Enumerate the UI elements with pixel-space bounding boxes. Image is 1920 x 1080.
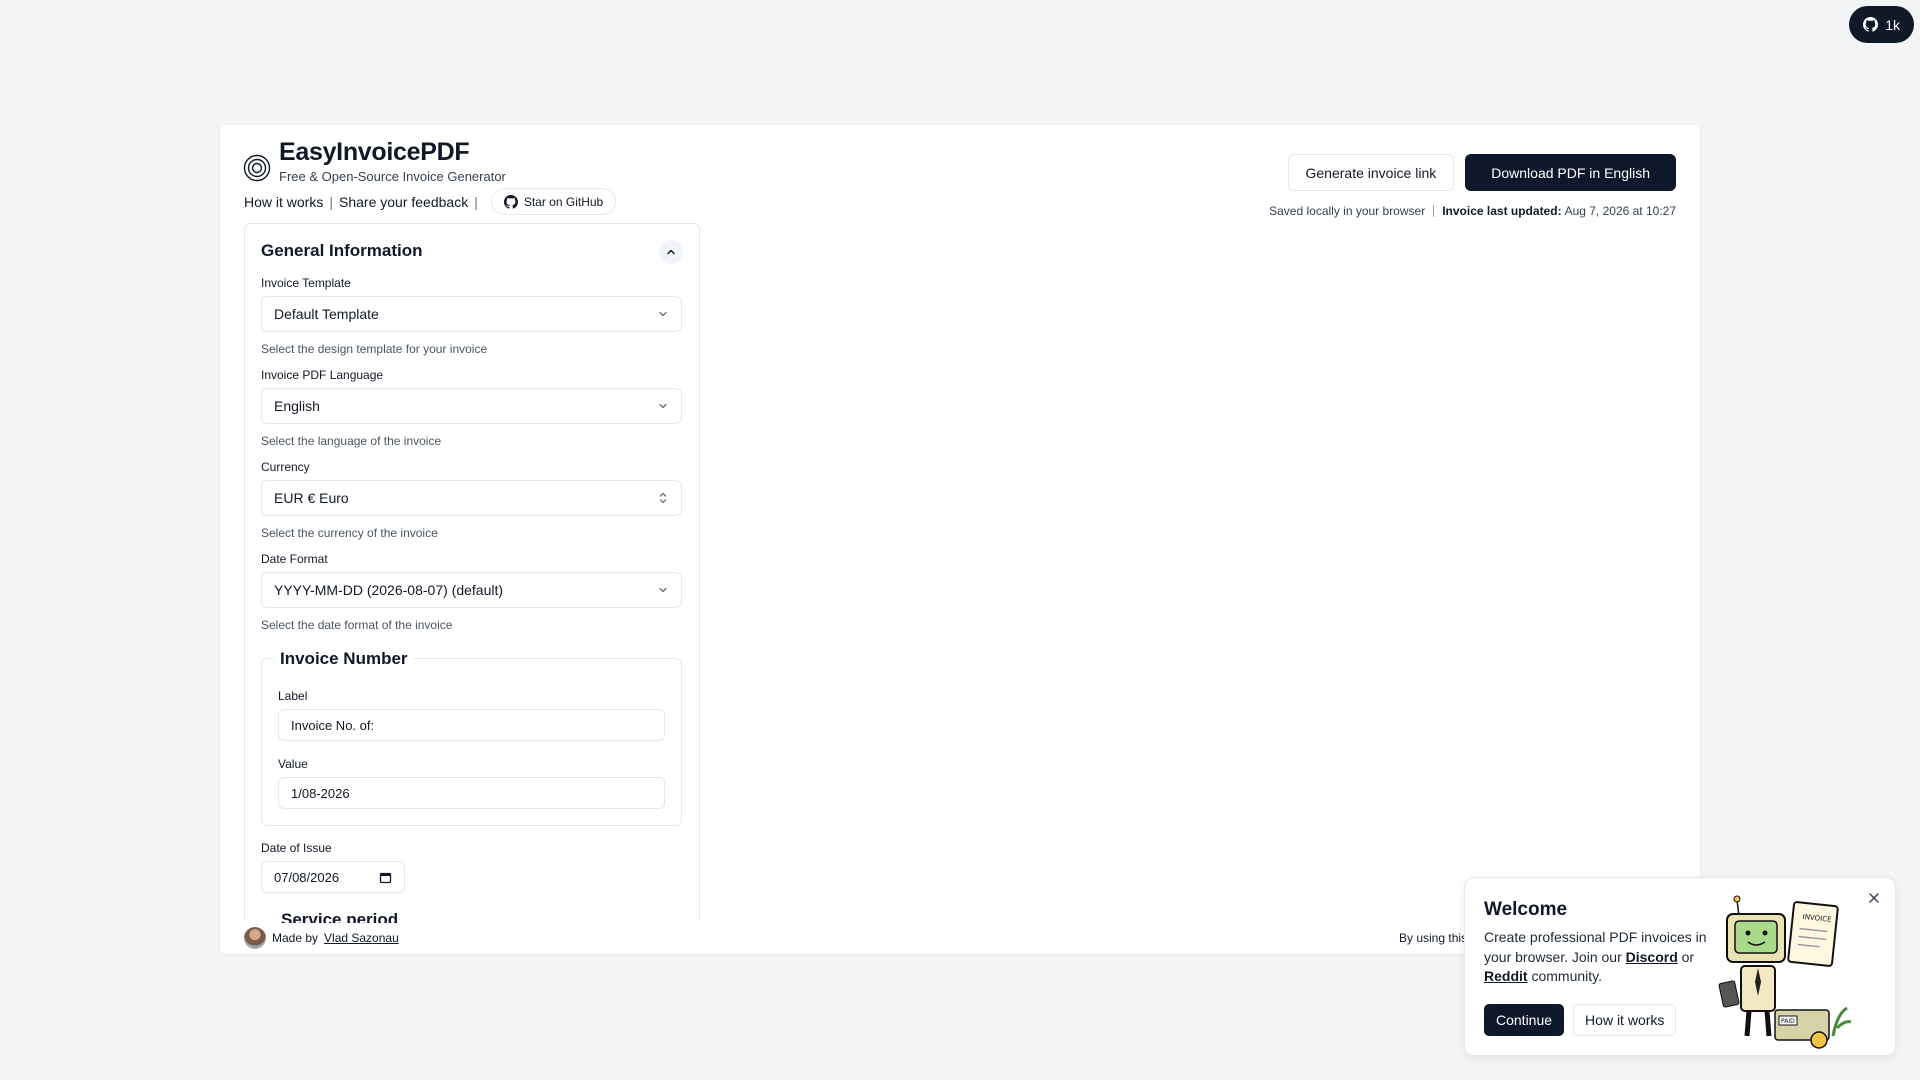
- chevron-down-icon: [659, 403, 667, 409]
- currency-hint: Select the currency of the invoice: [261, 526, 438, 540]
- footer-credit: Made by Vlad Sazonau: [244, 927, 399, 949]
- generate-invoice-link-button[interactable]: Generate invoice link: [1287, 154, 1455, 191]
- star-on-github-button[interactable]: Star on GitHub: [490, 188, 617, 215]
- welcome-dialog: Welcome Create professional PDF invoices…: [1464, 877, 1896, 1056]
- status-separator: [1433, 205, 1435, 217]
- author-avatar: [244, 927, 266, 949]
- save-status: Saved locally in your browser Invoice la…: [1269, 204, 1676, 218]
- date-format-value: YYYY-MM-DD (2026-08-07) (default): [274, 582, 504, 598]
- github-star-count: 1k: [1885, 16, 1900, 33]
- template-select[interactable]: Default Template: [261, 296, 682, 332]
- template-label: Invoice Template: [261, 276, 351, 290]
- language-select[interactable]: English: [261, 388, 682, 424]
- brand[interactable]: EasyInvoicePDF Free & Open-Source Invoic…: [243, 137, 506, 184]
- author-link[interactable]: Vlad Sazonau: [324, 931, 399, 945]
- continue-button[interactable]: Continue: [1484, 1004, 1565, 1036]
- chevron-up-icon: [667, 249, 675, 255]
- main-card: EasyInvoicePDF Free & Open-Source Invoic…: [220, 125, 1700, 954]
- saved-locally-text: Saved locally in your browser: [1269, 204, 1426, 218]
- date-format-select[interactable]: YYYY-MM-DD (2026-08-07) (default): [261, 572, 682, 608]
- mascot-paid-text: PAID: [1781, 1018, 1795, 1025]
- general-information-panel: General Information Invoice Template Def…: [244, 223, 700, 923]
- invoice-number-fieldset: Invoice Number Label Invoice No. of: Val…: [261, 649, 682, 826]
- chevrons-up-down-icon: [659, 492, 667, 504]
- welcome-text-end: community.: [1527, 968, 1602, 984]
- close-icon[interactable]: [1866, 890, 1882, 906]
- welcome-text-or: or: [1677, 948, 1695, 965]
- invoice-value-input[interactable]: 1/08-2026: [278, 777, 665, 809]
- date-of-issue-value: 07/08/2026: [274, 869, 340, 885]
- invoice-label-input[interactable]: Invoice No. of:: [278, 709, 665, 741]
- reddit-link[interactable]: Reddit: [1484, 968, 1528, 984]
- date-of-issue-input[interactable]: 07/08/2026: [261, 861, 405, 893]
- invoice-label-label: Label: [278, 689, 308, 703]
- invoice-value-label: Value: [278, 757, 308, 771]
- nav-separator: |: [474, 193, 478, 210]
- github-icon: [1863, 17, 1879, 32]
- template-value: Default Template: [274, 306, 379, 322]
- calendar-icon[interactable]: [379, 871, 392, 884]
- robot-mascot-illustration: INVOICE PAID: [1718, 895, 1852, 1049]
- currency-label: Currency: [261, 460, 310, 474]
- nav-share-feedback[interactable]: Share your feedback: [339, 194, 468, 210]
- welcome-actions: Continue How it works: [1484, 1004, 1677, 1036]
- currency-select[interactable]: EUR € Euro: [261, 480, 682, 516]
- service-period-title: Service period: [281, 910, 399, 923]
- discord-link[interactable]: Discord: [1626, 949, 1678, 965]
- logo-icon: [243, 154, 271, 182]
- invoice-number-title: Invoice Number: [274, 649, 414, 669]
- header-nav: How it works | Share your feedback | Sta…: [244, 188, 617, 215]
- section-title: General Information: [261, 241, 423, 260]
- date-format-hint: Select the date format of the invoice: [261, 618, 453, 632]
- github-icon: [503, 194, 518, 209]
- download-pdf-button[interactable]: Download PDF in English: [1465, 154, 1676, 191]
- footer-terms-text: By using this: [1399, 931, 1468, 945]
- chevron-down-icon: [659, 311, 667, 317]
- last-updated-value: Aug 7, 2026 at 10:27: [1564, 204, 1676, 218]
- template-hint: Select the design template for your invo…: [261, 342, 488, 356]
- brand-title: EasyInvoicePDF: [279, 138, 470, 166]
- language-hint: Select the language of the invoice: [261, 434, 442, 448]
- nav-separator: |: [329, 193, 333, 210]
- last-updated-label: Invoice last updated:: [1442, 204, 1562, 218]
- date-of-issue-label: Date of Issue: [261, 841, 332, 855]
- language-value: English: [274, 398, 320, 414]
- made-by-text: Made by: [272, 931, 319, 945]
- currency-value: EUR € Euro: [274, 490, 349, 506]
- welcome-title: Welcome: [1484, 899, 1568, 920]
- top-actions: Generate invoice link Download PDF in En…: [1287, 154, 1676, 191]
- star-label: Star on GitHub: [523, 194, 604, 209]
- date-format-label: Date Format: [261, 552, 328, 566]
- nav-how-it-works[interactable]: How it works: [244, 194, 323, 210]
- brand-subtitle: Free & Open-Source Invoice Generator: [279, 169, 506, 185]
- chevron-down-icon: [659, 587, 667, 593]
- github-stars-badge[interactable]: 1k: [1849, 6, 1914, 43]
- welcome-message: Create professional PDF invoices in your…: [1484, 928, 1714, 987]
- how-it-works-button[interactable]: How it works: [1573, 1004, 1677, 1036]
- collapse-section-button[interactable]: [659, 240, 683, 264]
- language-label: Invoice PDF Language: [261, 368, 384, 382]
